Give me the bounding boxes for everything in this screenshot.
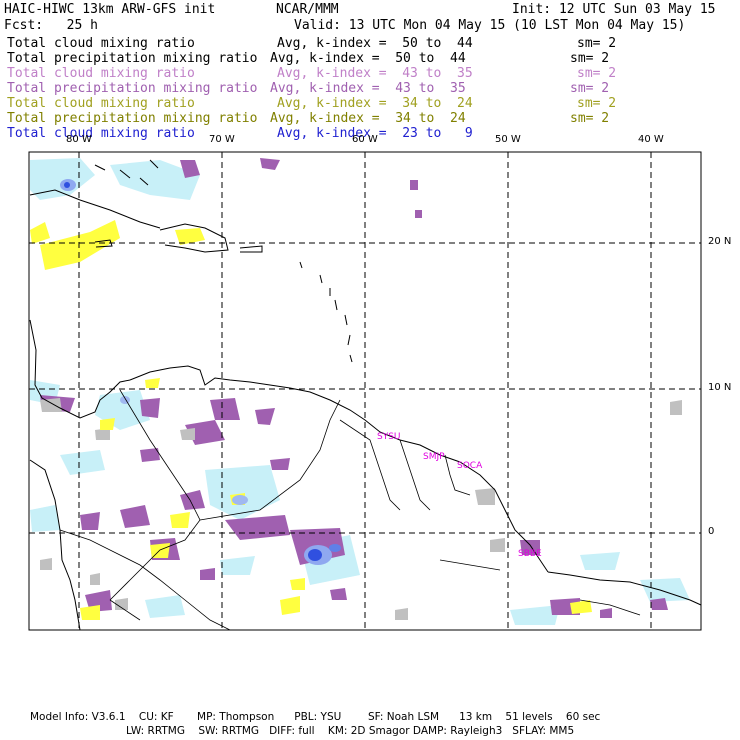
station-label: SOCA — [457, 461, 483, 471]
lon-label: 80 W — [66, 134, 92, 145]
map-canvas — [28, 151, 702, 631]
station-label: SYSU — [377, 432, 401, 442]
lat-label: 20 N — [708, 236, 732, 247]
lat-label: 0 — [708, 526, 715, 537]
lon-label: 70 W — [209, 134, 235, 145]
lon-label: 50 W — [495, 134, 521, 145]
model-info-line1: Model Info: V3.6.1 CU: KF MP: Thompson P… — [30, 711, 601, 723]
lon-label: 60 W — [352, 134, 378, 145]
model-info-line2: LW: RRTMG SW: RRTMG DIFF: full KM: 2D Sm… — [126, 725, 575, 737]
station-label: SBBE — [518, 549, 542, 559]
station-label: SMJP — [423, 452, 445, 462]
lon-label: 40 W — [638, 134, 664, 145]
lat-label: 10 N — [708, 382, 732, 393]
